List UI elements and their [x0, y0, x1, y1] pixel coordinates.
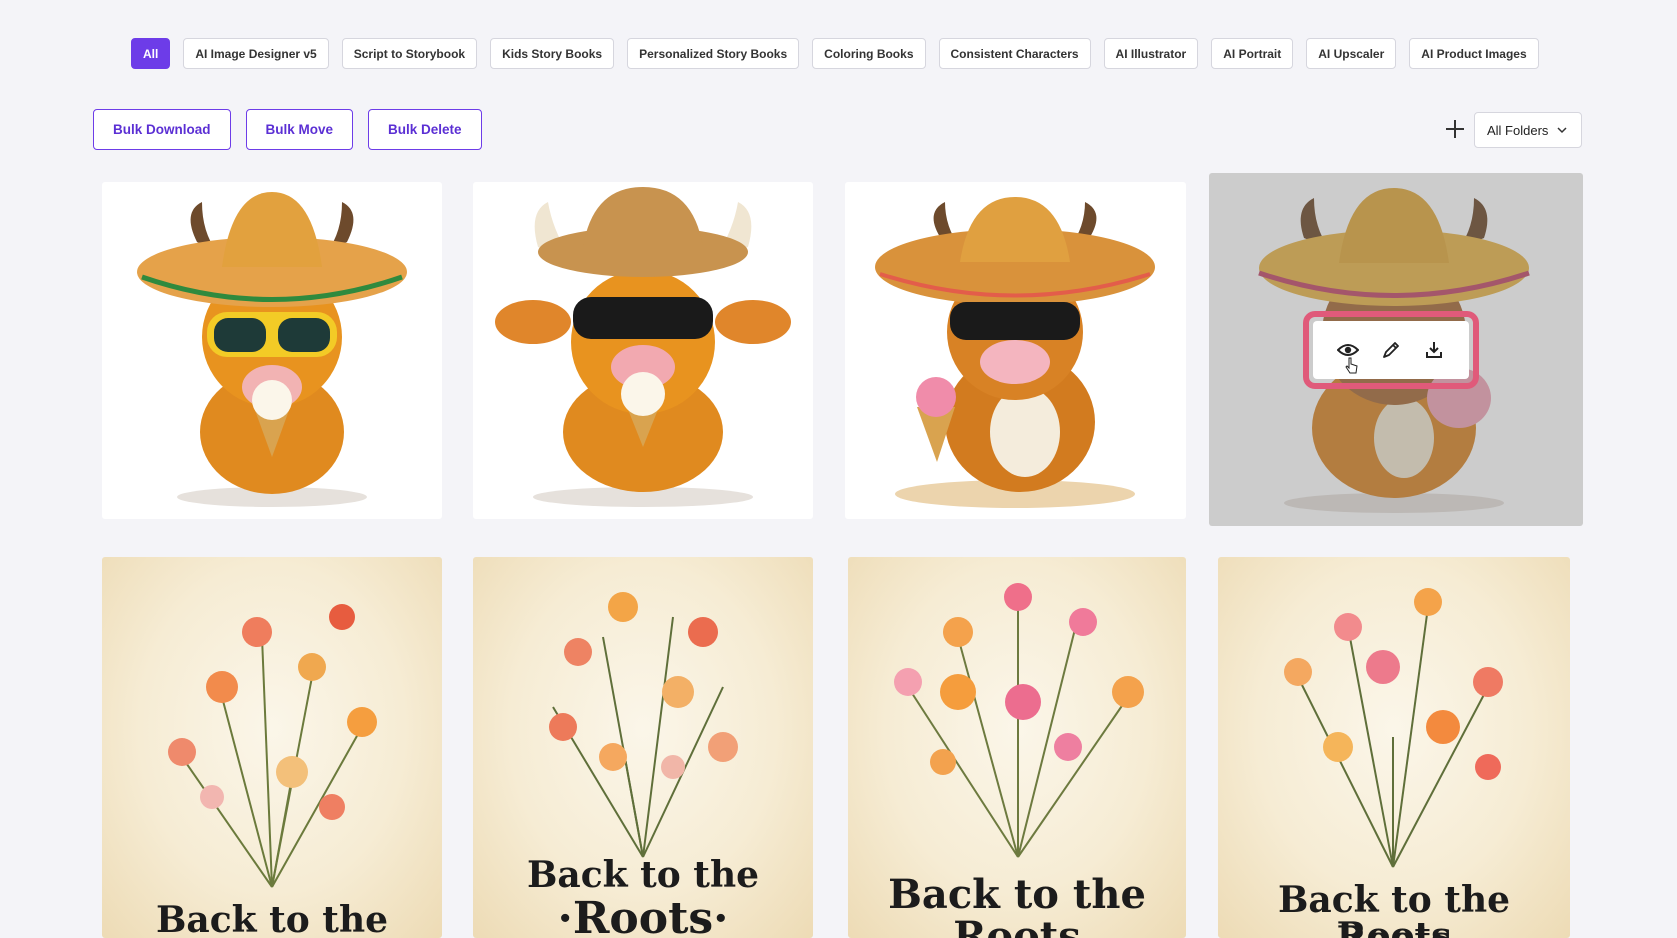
gallery-card[interactable] [102, 182, 442, 519]
card-caption: Back to the [526, 854, 760, 896]
filter-chip-ai-upscaler[interactable]: AI Upscaler [1306, 38, 1397, 69]
gallery-card[interactable]: Back to the Roots [848, 557, 1186, 938]
cow-image [875, 197, 1155, 508]
flower-bouquet-image [168, 604, 377, 888]
filter-chip-consistent-characters[interactable]: Consistent Characters [938, 38, 1091, 69]
filter-chip-all[interactable]: All [131, 38, 171, 69]
card-caption-line2: Roots [1218, 922, 1570, 938]
bulk-download-button[interactable]: Bulk Download [93, 109, 231, 150]
gallery-card[interactable] [473, 182, 813, 519]
folder-select-value: All Folders [1487, 122, 1549, 138]
filter-chip-ai-portrait[interactable]: AI Portrait [1211, 38, 1294, 69]
gallery-card[interactable]: Back to the ·Roots· [473, 557, 813, 938]
filter-chip-ai-image-designer[interactable]: AI Image Designer v5 [183, 38, 329, 69]
card-caption: Back to the [888, 871, 1146, 918]
folder-select[interactable]: All Folders [1474, 112, 1582, 148]
filter-chip-personalized-story-books[interactable]: Personalized Story Books [627, 38, 800, 69]
add-folder-button[interactable] [1444, 118, 1466, 140]
hover-toolbar [1313, 321, 1469, 379]
filter-chip-ai-illustrator[interactable]: AI Illustrator [1103, 38, 1199, 69]
filter-bar: All AI Image Designer v5 Script to Story… [131, 38, 1539, 69]
gallery-card[interactable]: Back to the Roots [102, 557, 442, 938]
card-caption: Back to the Roots [155, 899, 389, 938]
cow-image [495, 187, 791, 507]
download-icon[interactable] [1421, 337, 1447, 363]
chevron-down-icon [1557, 127, 1567, 134]
cursor-pointer-icon [1345, 357, 1358, 374]
gallery-card[interactable] [845, 182, 1186, 519]
edit-pencil-icon[interactable] [1378, 337, 1404, 363]
filter-chip-coloring-books[interactable]: Coloring Books [812, 38, 926, 69]
filter-chip-ai-product-images[interactable]: AI Product Images [1409, 38, 1539, 69]
card-caption-line2: Roots [953, 913, 1081, 938]
card-caption-line2: ·Roots· [557, 893, 729, 938]
filter-chip-script-to-storybook[interactable]: Script to Storybook [341, 38, 478, 69]
bulk-move-button[interactable]: Bulk Move [245, 109, 354, 150]
gallery-card[interactable]: Back to the Roots Roots [1218, 557, 1570, 938]
filter-chip-kids-story-books[interactable]: Kids Story Books [490, 38, 615, 69]
cow-image [137, 192, 407, 507]
bulk-actions: Bulk Download Bulk Move Bulk Delete [93, 109, 482, 150]
bulk-delete-button[interactable]: Bulk Delete [368, 109, 482, 150]
